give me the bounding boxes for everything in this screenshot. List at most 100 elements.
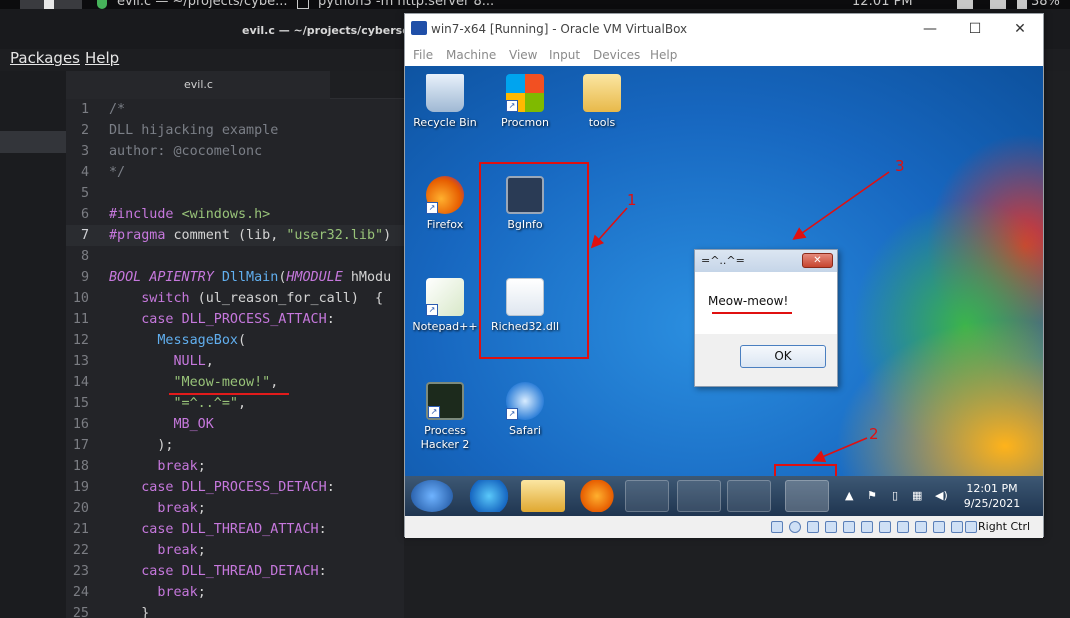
code-line[interactable]: 6 #include <windows.h> — [66, 204, 404, 225]
code-line[interactable]: 18 break; — [66, 456, 404, 477]
taskbar-media-player-icon[interactable] — [575, 480, 619, 512]
code-line[interactable]: 7 #pragma comment (lib, "user32.lib") — [66, 225, 404, 246]
status-recording-icon[interactable] — [897, 521, 909, 533]
code-line[interactable]: 20 break; — [66, 498, 404, 519]
tree-view-selected-item[interactable] — [0, 131, 66, 153]
tab-label: evil.c — [184, 78, 213, 91]
messagebox-annotation-underline — [712, 312, 792, 314]
vbox-menu-devices[interactable]: Devices — [593, 48, 640, 62]
vbox-menu-file[interactable]: File — [413, 48, 433, 62]
line-number: 15 — [72, 396, 89, 411]
line-source: BOOL APIENTRY DllMain(HMODULE hModu — [109, 270, 392, 285]
network-icon[interactable] — [957, 0, 973, 9]
taskbar-firefox[interactable] — [625, 480, 669, 512]
code-line[interactable]: 23 case DLL_THREAD_DETACH: — [66, 561, 404, 582]
status-usb-icon[interactable] — [843, 521, 855, 533]
tab-evil-c[interactable]: evil.c — [66, 71, 330, 99]
code-line[interactable]: 22 break; — [66, 540, 404, 561]
line-number: 16 — [72, 417, 89, 432]
workspace-active-indicator — [44, 0, 54, 9]
line-source: */ — [109, 165, 126, 180]
taskbar-window-evil[interactable]: evil.c — ~/projects/cybe... — [117, 0, 288, 9]
status-host-key-icon[interactable] — [965, 521, 977, 533]
status-vt-x-icon[interactable] — [915, 521, 927, 533]
tray-show-hidden-icon[interactable]: ▲ — [845, 489, 853, 502]
code-line[interactable]: 5 — [66, 183, 404, 204]
code-line[interactable]: 17 ); — [66, 435, 404, 456]
tray-volume-icon[interactable]: ◀) — [935, 489, 948, 502]
status-audio-icon[interactable] — [807, 521, 819, 533]
taskbar-window-terminal[interactable]: python3 -m http.server 8... — [318, 0, 494, 9]
vbox-menubar: File Machine View Input Devices Help — [405, 44, 1043, 66]
taskbar-explorer-icon[interactable] — [521, 480, 565, 512]
browser-icon[interactable] — [97, 0, 107, 9]
line-source: case DLL_PROCESS_ATTACH: — [141, 312, 335, 327]
code-line[interactable]: 16 MB_OK — [66, 414, 404, 435]
code-line[interactable]: 24 break; — [66, 582, 404, 603]
taskbar-process-hacker[interactable] — [677, 480, 721, 512]
vbox-menu-view[interactable]: View — [509, 48, 537, 62]
line-source: "=^..^=", — [173, 396, 247, 411]
line-source: author: @cocomelonc — [109, 144, 263, 159]
guest-clock[interactable]: 12:01 PM 9/25/2021 — [957, 481, 1027, 511]
messagebox-ok-button[interactable]: OK — [740, 345, 826, 368]
code-line[interactable]: 13 NULL, — [66, 351, 404, 372]
minimize-button[interactable]: — — [921, 20, 939, 38]
taskbar-bginfo[interactable] — [785, 480, 829, 512]
code-line[interactable]: 3 author: @cocomelonc — [66, 141, 404, 162]
tray-action-center-icon[interactable]: ⚑ — [867, 489, 877, 502]
guest-desktop[interactable]: Recycle Bin ↗ Procmon tools ↗ Firefox Bg… — [405, 66, 1043, 476]
status-keyboard-icon[interactable] — [951, 521, 963, 533]
maximize-button[interactable]: ☐ — [966, 20, 984, 38]
line-source: /* — [109, 102, 126, 117]
line-source: break; — [157, 585, 206, 600]
code-line[interactable]: 15 "=^..^=", — [66, 393, 404, 414]
code-line[interactable]: 25 } — [66, 603, 404, 618]
code-editor[interactable]: 1 /* 2 DLL hijacking example 3 author: @cocom… — [66, 99, 404, 618]
taskbar-ie-icon[interactable] — [467, 480, 511, 512]
start-button[interactable] — [411, 480, 453, 512]
status-mouse-integration-icon[interactable] — [933, 521, 945, 533]
code-line[interactable]: 11 case DLL_PROCESS_ATTACH: — [66, 309, 404, 330]
line-source: MB_OK — [173, 417, 214, 432]
code-line[interactable]: 1 /* — [66, 99, 404, 120]
vbox-menu-input[interactable]: Input — [549, 48, 580, 62]
line-source: ); — [109, 438, 174, 453]
line-number: 25 — [72, 606, 89, 618]
status-display-icon[interactable] — [879, 521, 891, 533]
taskbar-file-manager[interactable] — [727, 480, 771, 512]
vbox-titlebar[interactable]: win7-x64 [Running] - Oracle VM VirtualBo… — [405, 14, 1043, 44]
code-line[interactable]: 4 */ — [66, 162, 404, 183]
line-source: break; — [157, 459, 206, 474]
tray-network-icon[interactable]: ▦ — [912, 489, 922, 502]
close-button[interactable]: ✕ — [1011, 20, 1029, 38]
status-optical-icon[interactable] — [789, 521, 801, 533]
system-panel: evil.c — ~/projects/cybe... python3 -m h… — [0, 0, 1070, 9]
messagebox-close-button[interactable]: ✕ — [802, 253, 833, 268]
messagebox-body: Meow-meow! — [695, 272, 837, 334]
annotation-arrow-1 — [590, 207, 628, 249]
code-line[interactable]: 19 case DLL_PROCESS_DETACH: — [66, 477, 404, 498]
status-network-icon[interactable] — [825, 521, 837, 533]
volume-icon[interactable] — [990, 0, 1006, 9]
messagebox-titlebar[interactable]: =^..^= ✕ — [695, 250, 837, 272]
code-line[interactable]: 10 switch (ul_reason_for_call) { — [66, 288, 404, 309]
menu-help[interactable]: Help — [85, 49, 119, 67]
code-line[interactable]: 8 — [66, 246, 404, 267]
line-number: 9 — [80, 270, 89, 285]
vbox-menu-machine[interactable]: Machine — [446, 48, 496, 62]
status-shared-folders-icon[interactable] — [861, 521, 873, 533]
line-source: MessageBox( — [157, 333, 247, 348]
code-line[interactable]: 2 DLL hijacking example — [66, 120, 404, 141]
system-clock[interactable]: 12:01 PM — [852, 0, 913, 9]
menu-packages[interactable]: Packages — [10, 49, 80, 67]
code-line[interactable]: 9 BOOL APIENTRY DllMain(HMODULE hModu — [66, 267, 404, 288]
battery-icon[interactable] — [1017, 0, 1027, 9]
tray-power-icon[interactable]: ▯ — [892, 489, 898, 502]
code-line[interactable]: 14 "Meow-meow!", — [66, 372, 404, 393]
code-line[interactable]: 12 MessageBox( — [66, 330, 404, 351]
code-line[interactable]: 21 case DLL_THREAD_ATTACH: — [66, 519, 404, 540]
vbox-menu-help[interactable]: Help — [650, 48, 677, 62]
vbox-window-title: win7-x64 [Running] - Oracle VM VirtualBo… — [431, 22, 688, 36]
status-hdd-icon[interactable] — [771, 521, 783, 533]
